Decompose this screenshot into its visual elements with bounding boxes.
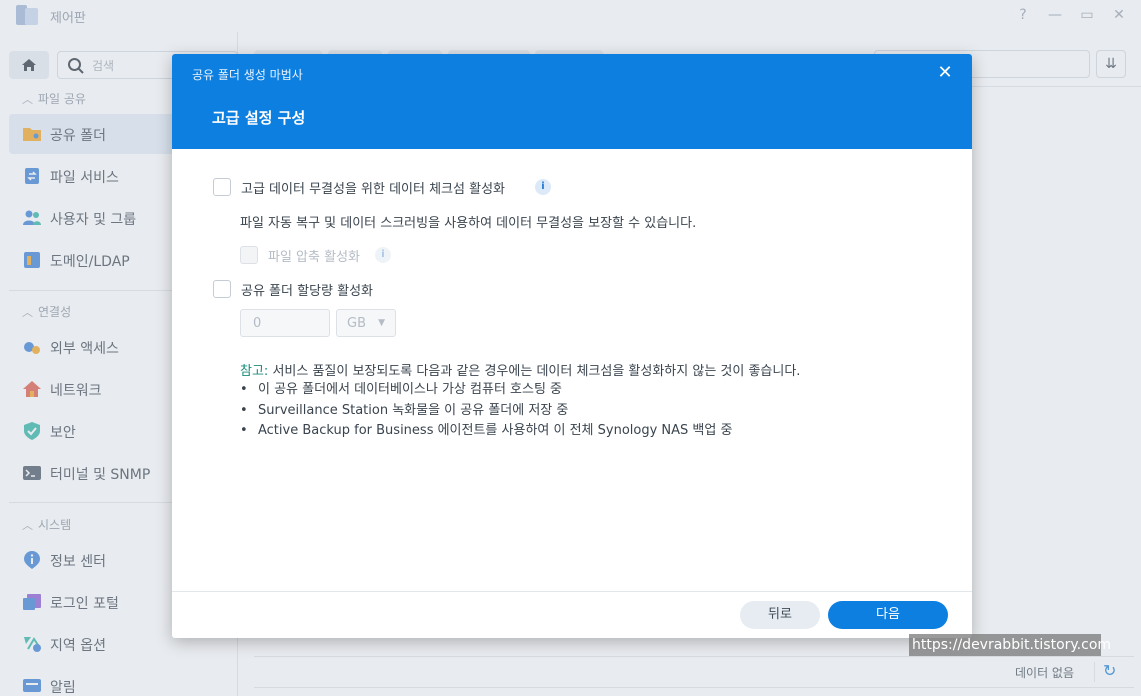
next-button[interactable]: 다음 bbox=[828, 601, 948, 629]
note-body: 서비스 품질이 보장되도록 다음과 같은 경우에는 데이터 체크섬을 활성화하지… bbox=[268, 364, 801, 379]
info-icon[interactable]: i bbox=[535, 179, 551, 195]
note-prefix: 참고: bbox=[240, 364, 269, 379]
quota-label[interactable]: 공유 폴더 할당량 활성화 bbox=[241, 280, 373, 299]
quota-checkbox[interactable] bbox=[213, 280, 231, 298]
checksum-label[interactable]: 고급 데이터 무결성을 위한 데이터 체크섬 활성화 bbox=[241, 178, 505, 197]
quota-unit-select[interactable]: GB ▼ bbox=[336, 309, 396, 337]
create-shared-folder-wizard: 공유 폴더 생성 마법사 ✕ 고급 설정 구성 고급 데이터 무결성을 위한 데… bbox=[172, 54, 972, 638]
watermark: https://devrabbit.tistory.com bbox=[909, 634, 1111, 656]
step-title: 고급 설정 구성 bbox=[212, 109, 306, 127]
quota-unit-value: GB bbox=[347, 316, 366, 331]
checksum-checkbox[interactable] bbox=[213, 178, 231, 196]
note-bullet: Surveillance Station 녹화물을 이 공유 폴더에 저장 중 bbox=[240, 401, 732, 422]
checksum-description: 파일 자동 복구 및 데이터 스크러빙을 사용하여 데이터 무결성을 보장할 수… bbox=[240, 216, 697, 231]
close-icon[interactable]: ✕ bbox=[935, 63, 955, 83]
compression-label: 파일 압축 활성화 bbox=[268, 250, 360, 265]
note-bullet: Active Backup for Business 에이전트를 사용하여 이 … bbox=[240, 421, 732, 442]
info-icon[interactable]: i bbox=[375, 247, 391, 263]
compression-checkbox[interactable] bbox=[240, 246, 258, 264]
note-bullets: 이 공유 폴더에서 데이터베이스나 가상 컴퓨터 호스팅 중 Surveilla… bbox=[240, 380, 732, 442]
wizard-header: 공유 폴더 생성 마법사 ✕ 고급 설정 구성 bbox=[172, 54, 972, 149]
quota-size-input[interactable]: 0 bbox=[240, 309, 330, 337]
note-bullet: 이 공유 폴더에서 데이터베이스나 가상 컴퓨터 호스팅 중 bbox=[240, 380, 732, 401]
divider bbox=[172, 591, 972, 592]
caret-down-icon: ▼ bbox=[378, 318, 385, 328]
note-text: 참고: 서비스 품질이 보장되도록 다음과 같은 경우에는 데이터 체크섬을 활… bbox=[240, 360, 800, 379]
wizard-title: 공유 폴더 생성 마법사 bbox=[192, 68, 303, 82]
back-button[interactable]: 뒤로 bbox=[740, 601, 820, 629]
